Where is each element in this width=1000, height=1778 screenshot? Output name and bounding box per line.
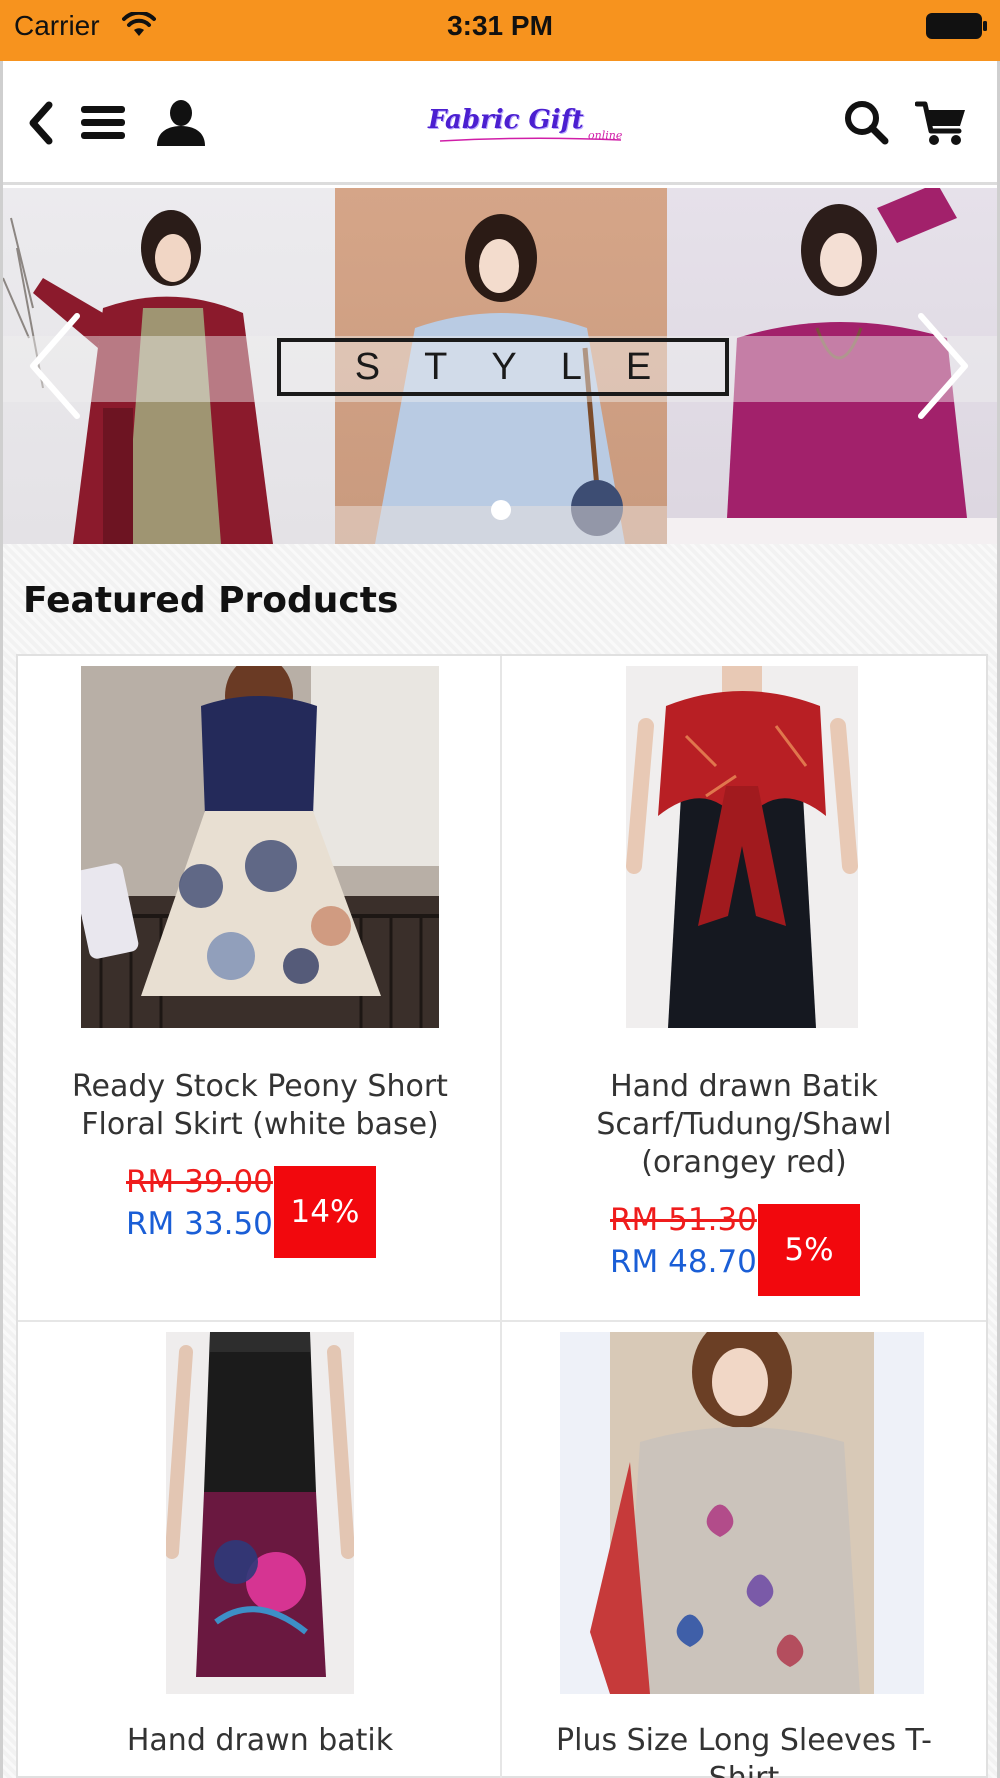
- product-new-price: RM 33.50: [126, 1206, 273, 1242]
- user-icon[interactable]: [155, 99, 207, 147]
- product-name[interactable]: Hand drawn Batik Scarf/Tudung/Shawl (ora…: [502, 1068, 986, 1182]
- product-new-price: RM 48.70: [610, 1244, 757, 1280]
- batik-skirt-photo: [166, 1332, 354, 1694]
- product-old-price: RM 39.00: [126, 1164, 273, 1200]
- status-bar: Carrier 3:31 PM: [0, 0, 1000, 61]
- product-image[interactable]: [560, 1332, 924, 1694]
- product-card[interactable]: Ready Stock Peony Short Floral Skirt (wh…: [18, 656, 502, 1322]
- product-image[interactable]: [626, 666, 858, 1028]
- menu-icon[interactable]: [79, 103, 127, 143]
- logo-swash-icon: [439, 137, 622, 142]
- product-image[interactable]: [81, 666, 439, 1028]
- battery-icon: [926, 13, 987, 39]
- discount-badge: 5%: [758, 1204, 860, 1296]
- brand-logo[interactable]: Fabric Gift online: [428, 105, 628, 145]
- batik-scarf-photo: [626, 666, 858, 1028]
- logo-text: Fabric Gift: [428, 105, 584, 135]
- banner-style-box: STYLE: [277, 338, 729, 396]
- featured-products-section: Featured Products Ready Stock Peony Shor…: [3, 544, 997, 1778]
- promo-banner-carousel[interactable]: STYLE: [3, 188, 997, 544]
- discount-badge: 14%: [274, 1166, 376, 1258]
- product-card[interactable]: Hand drawn batik: [18, 1322, 502, 1778]
- product-card[interactable]: Plus Size Long Sleeves T-Shirt: [502, 1322, 986, 1778]
- product-image[interactable]: [166, 1332, 354, 1694]
- carousel-prev-arrow-icon[interactable]: [25, 310, 85, 422]
- search-icon[interactable]: [843, 99, 889, 145]
- cart-icon[interactable]: [915, 99, 967, 147]
- product-grid: Ready Stock Peony Short Floral Skirt (wh…: [16, 654, 988, 1778]
- carousel-indicator-dot[interactable]: [491, 500, 511, 520]
- product-name[interactable]: Hand drawn batik: [18, 1722, 502, 1760]
- app-header: Fabric Gift online: [3, 61, 997, 185]
- product-name[interactable]: Plus Size Long Sleeves T-Shirt: [502, 1722, 986, 1778]
- carousel-next-arrow-icon[interactable]: [913, 310, 973, 422]
- product-name[interactable]: Ready Stock Peony Short Floral Skirt (wh…: [18, 1068, 502, 1144]
- product-old-price: RM 51.30: [610, 1202, 757, 1238]
- floral-skirt-photo: [81, 666, 439, 1028]
- back-icon[interactable]: [25, 99, 55, 147]
- product-card[interactable]: Hand drawn Batik Scarf/Tudung/Shawl (ora…: [502, 656, 986, 1322]
- section-title: Featured Products: [23, 580, 399, 621]
- plus-size-tshirt-photo: [560, 1332, 924, 1694]
- banner-style-text: STYLE: [354, 345, 696, 388]
- clock: 3:31 PM: [447, 10, 553, 41]
